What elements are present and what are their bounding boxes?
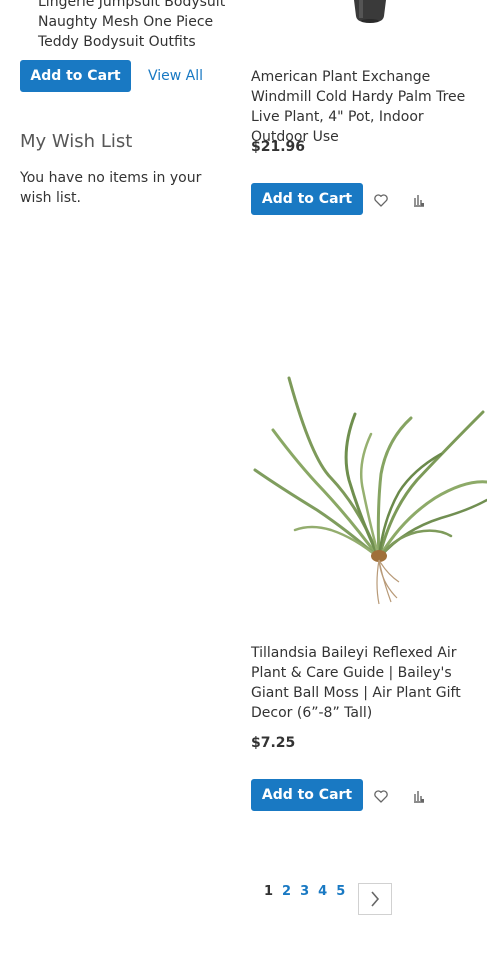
pagination: 1 2 3 4 5 bbox=[264, 884, 354, 899]
page-current: 1 bbox=[264, 884, 274, 899]
add-to-cart-button[interactable]: Add to Cart bbox=[251, 183, 363, 215]
air-plant-image bbox=[253, 376, 487, 605]
product-name-link[interactable]: Tillandsia Baileyi Reflexed Air Plant & … bbox=[251, 643, 483, 723]
compare-product-name[interactable]: Lingerie Jumpsuit Bodysuit Naughty Mesh … bbox=[38, 0, 233, 52]
compare-chart-icon[interactable] bbox=[408, 189, 430, 211]
chevron-right-icon bbox=[371, 891, 380, 907]
page-link[interactable]: 3 bbox=[300, 884, 309, 899]
product-image-tillandsia[interactable] bbox=[251, 370, 487, 610]
page-link[interactable]: 4 bbox=[318, 884, 327, 899]
heart-icon[interactable] bbox=[370, 189, 392, 211]
product-image-palm[interactable] bbox=[251, 0, 487, 30]
add-to-cart-button[interactable]: Add to Cart bbox=[251, 779, 363, 811]
heart-icon[interactable] bbox=[370, 785, 392, 807]
product-price: $7.25 bbox=[251, 735, 296, 751]
product-name-link[interactable]: American Plant Exchange Windmill Cold Ha… bbox=[251, 67, 483, 147]
wishlist-empty-message: You have no items in your wish list. bbox=[20, 170, 202, 206]
wishlist-title: My Wish List bbox=[20, 131, 133, 152]
product-price: $21.96 bbox=[251, 139, 306, 155]
page-link[interactable]: 2 bbox=[282, 884, 291, 899]
page-link[interactable]: 5 bbox=[336, 884, 345, 899]
plant-pot-image bbox=[354, 0, 386, 23]
compare-add-to-cart-button[interactable]: Add to Cart bbox=[20, 60, 131, 92]
compare-chart-icon[interactable] bbox=[408, 785, 430, 807]
next-page-button[interactable] bbox=[358, 883, 392, 915]
view-all-link[interactable]: View All bbox=[148, 66, 203, 86]
